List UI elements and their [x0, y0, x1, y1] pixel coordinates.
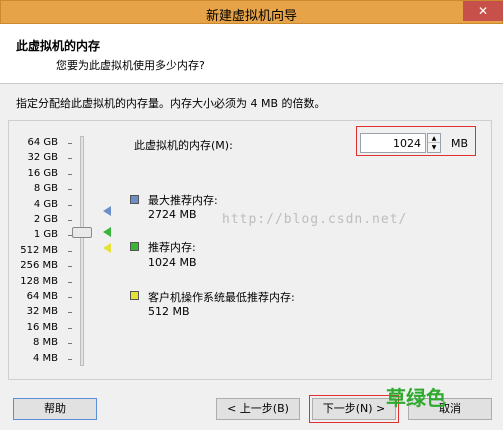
- spin-down-icon[interactable]: ▼: [428, 143, 440, 152]
- scale-label: 4 MB: [32, 352, 58, 364]
- memory-slider-track[interactable]: [80, 136, 84, 366]
- spin-up-icon[interactable]: ▲: [428, 134, 440, 143]
- scale-label: 32 GB: [27, 152, 58, 164]
- scale-tick: [68, 266, 72, 268]
- instruction-text: 指定分配给此虚拟机的内存量。内存大小必须为 4 MB 的倍数。: [16, 97, 326, 110]
- overlay-annotation: 草绿色: [386, 386, 446, 410]
- scale-tick: [68, 250, 72, 252]
- scale-tick: [68, 143, 72, 144]
- memory-slider-thumb[interactable]: [72, 227, 92, 238]
- scale-tick: [68, 297, 72, 298]
- scale-tick: [68, 327, 72, 329]
- next-button[interactable]: 下一步(N) >: [312, 398, 396, 420]
- scale-tick: [68, 204, 72, 206]
- scale-tick: [68, 173, 72, 175]
- scale-label: 128 MB: [20, 275, 58, 287]
- min-recommended-title: 客户机操作系统最低推荐内存:: [148, 291, 295, 304]
- recommended-marker-icon: [103, 227, 111, 237]
- min-recommended-value: 512 MB: [148, 305, 190, 318]
- scale-label: 512 MB: [20, 244, 58, 256]
- window-title: 新建虚拟机向导: [205, 9, 297, 24]
- close-button[interactable]: ✕: [463, 1, 503, 21]
- scale-tick: [68, 158, 72, 160]
- memory-spinner[interactable]: ▲ ▼: [427, 133, 441, 153]
- page-subtitle: 您要为此虚拟机使用多少内存?: [56, 59, 205, 72]
- scale-label: 1 GB: [33, 229, 58, 241]
- min-recommended-legend-icon: [130, 291, 139, 300]
- min-recommended-marker-icon: [103, 243, 111, 253]
- scale-label: 256 MB: [20, 260, 58, 272]
- scale-tick: [68, 281, 72, 283]
- memory-label: 此虚拟机的内存(M):: [134, 139, 233, 152]
- max-recommended-value: 2724 MB: [148, 208, 197, 221]
- scale-tick: [68, 358, 72, 360]
- scale-tick: [68, 189, 72, 191]
- page-title: 此虚拟机的内存: [16, 39, 101, 53]
- scale-label: 8 MB: [32, 337, 58, 349]
- back-button[interactable]: < 上一步(B): [216, 398, 300, 420]
- scale-tick: [68, 220, 72, 221]
- recommended-value: 1024 MB: [148, 256, 197, 269]
- memory-input[interactable]: [360, 133, 426, 153]
- scale-label: 64 MB: [26, 291, 58, 302]
- scale-tick: [68, 343, 72, 345]
- recommended-title: 推荐内存:: [148, 241, 196, 254]
- memory-unit: MB: [451, 137, 469, 150]
- scale-label: 64 GB: [27, 137, 58, 148]
- scale-label: 8 GB: [33, 183, 58, 195]
- max-recommended-legend-icon: [130, 195, 139, 204]
- help-button[interactable]: 帮助: [13, 398, 97, 420]
- scale-label: 2 GB: [33, 214, 58, 225]
- max-recommended-marker-icon: [103, 206, 111, 216]
- scale-label: 16 MB: [26, 321, 58, 333]
- recommended-legend-icon: [130, 242, 139, 251]
- max-recommended-title: 最大推荐内存:: [148, 194, 218, 207]
- scale-tick: [68, 312, 72, 314]
- watermark: http://blog.csdn.net/: [222, 212, 408, 227]
- title-bar: 新建虚拟机向导 ✕: [0, 0, 503, 24]
- scale-label: 32 MB: [26, 306, 58, 318]
- wizard-header: 此虚拟机的内存 您要为此虚拟机使用多少内存?: [0, 24, 503, 84]
- scale-label: 4 GB: [33, 198, 58, 210]
- scale-label: 16 GB: [27, 167, 58, 179]
